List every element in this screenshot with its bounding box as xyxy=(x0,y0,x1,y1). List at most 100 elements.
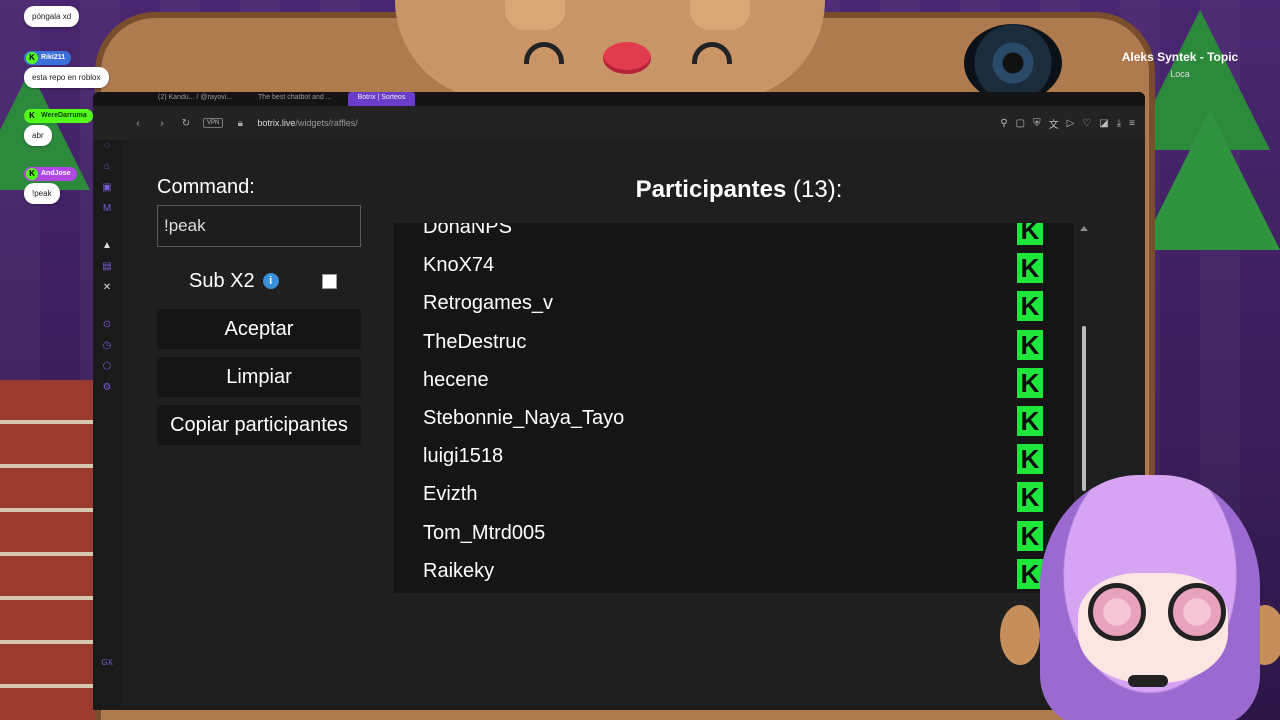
now-playing-widget: Aleks Syntek - Topic Loca xyxy=(960,20,1260,102)
info-icon[interactable]: i xyxy=(262,273,279,289)
raffle-widget-page: Command: Sub X2 i Aceptar Limpiar Copiar… xyxy=(133,140,1145,660)
heart-icon[interactable]: ♡ xyxy=(1082,118,1091,129)
forward-icon[interactable]: › xyxy=(155,118,169,129)
participants-title: Participantes xyxy=(635,176,787,203)
avatar-collar xyxy=(1128,675,1168,687)
clock-icon[interactable]: ◷ xyxy=(103,340,112,351)
participant-row: Evizth K xyxy=(394,479,1044,517)
chat-username-pill: K AndJose xyxy=(24,166,77,181)
brick-fireplace xyxy=(0,380,95,720)
tab-bar: (2) Kandu... / @rayovi... The best chatb… xyxy=(93,92,1145,106)
kick-icon: K xyxy=(26,51,38,64)
vpn-badge[interactable]: VPN xyxy=(203,118,224,128)
participant-name: Stebonnie_Naya_Tayo xyxy=(423,407,625,429)
participants-panel: Participantes (13): DonaNPS K KnoX74 K Retro… xyxy=(394,176,1088,593)
participant-row: hecene K xyxy=(394,365,1044,403)
participants-count: (13): xyxy=(793,176,843,203)
command-input[interactable] xyxy=(157,205,361,247)
gx-logo-icon[interactable]: GX xyxy=(101,658,113,667)
participant-name: hecene xyxy=(423,368,489,391)
participant-row: Stebonnie_Naya_Tayo K xyxy=(394,403,1044,441)
scroll-up-icon[interactable] xyxy=(1080,226,1088,231)
player-icon[interactable]: ⊙ xyxy=(103,319,111,330)
extension-icon[interactable]: ⬠ xyxy=(103,361,112,372)
chat-message-text: !peak xyxy=(24,183,60,204)
chat-message: K AndJose !peak xyxy=(24,163,77,204)
participant-row: KnoX74 K xyxy=(394,250,1044,288)
clear-button[interactable]: Limpiar xyxy=(157,357,361,397)
participant-name: DonaNPS xyxy=(423,223,512,238)
download-icon[interactable]: ⤓ xyxy=(1117,118,1121,129)
browser-tab-active[interactable]: Botrix | Sorteos xyxy=(347,92,416,106)
vtuber-avatar xyxy=(1000,455,1280,720)
menu-icon[interactable]: ≡ xyxy=(1129,118,1135,129)
chat-username: AndJose xyxy=(41,170,71,177)
command-label: Command: xyxy=(157,176,255,198)
pin-icon[interactable]: ⚲ xyxy=(1000,118,1007,129)
kick-platform-icon: K xyxy=(1017,253,1043,284)
browser-sidebar: ◌ ⌂ ▣ M ▲ ▤ ✕ ⊙ ◷ ⬠ ⚙ GX xyxy=(93,140,121,710)
browser-window: (2) Kandu... / @rayovi... The best chatb… xyxy=(93,92,1145,710)
participant-row: Retrogames_v K xyxy=(394,288,1044,326)
avatar-glasses-right xyxy=(1168,583,1226,641)
address-bar: ‹ › ↻ VPN 🔒︎ botrix.live/widgets/raffles… xyxy=(93,106,1145,140)
settings-icon[interactable]: ⚙ xyxy=(103,382,112,393)
kick-platform-icon: K xyxy=(1017,291,1043,322)
reindeer-antler-left xyxy=(505,0,565,30)
x-icon[interactable]: ✕ xyxy=(103,282,111,293)
chat-message-text: póngala xd xyxy=(24,6,80,27)
play-icon[interactable]: ▷ xyxy=(1067,118,1075,129)
kick-platform-icon: K xyxy=(1017,406,1043,436)
url-field[interactable]: botrix.live/widgets/raffles/ xyxy=(257,118,357,128)
participant-name: luigi1518 xyxy=(423,445,504,468)
twitch-icon[interactable]: ▤ xyxy=(102,261,111,272)
chat-username: Riki211 xyxy=(41,54,66,61)
raffle-controls: Command: Sub X2 i Aceptar Limpiar Copiar… xyxy=(157,176,361,445)
chat-username-pill: K Riki211 xyxy=(24,50,72,65)
chat-message: K Riki211 esta repo en roblox xyxy=(24,47,109,88)
translate-icon[interactable]: 文 xyxy=(1049,116,1059,131)
reindeer-nose xyxy=(603,42,651,74)
aria-icon[interactable]: ▲ xyxy=(102,240,112,251)
browser-tab[interactable]: The best chatbot and ... xyxy=(248,92,342,106)
accept-button[interactable]: Aceptar xyxy=(157,309,361,349)
participant-name: Retrogames_v xyxy=(423,292,554,315)
browser-tab[interactable]: (2) Kandu... / @rayovi... xyxy=(148,92,242,106)
history-icon[interactable]: ◌ xyxy=(104,140,110,151)
sub-multiplier-row: Sub X2 i xyxy=(157,261,361,301)
participant-row: TheDestruc K xyxy=(394,327,1044,365)
sub-multiplier-label: Sub X2 xyxy=(189,269,255,292)
mail-icon[interactable]: M xyxy=(103,203,111,214)
copy-participants-button[interactable]: Copiar participantes xyxy=(157,405,361,445)
chat-username-pill: K WereDarruma xyxy=(24,108,93,123)
participant-row: luigi1518 K xyxy=(394,441,1044,479)
participants-list[interactable]: DonaNPS K KnoX74 K Retrogames_v K TheDestruc Kh… xyxy=(394,223,1074,593)
participant-name: KnoX74 xyxy=(423,254,495,277)
reload-icon[interactable]: ↻ xyxy=(179,118,193,129)
url-path: /widgets/raffles/ xyxy=(295,118,358,128)
participant-name: Tom_Mtrd005 xyxy=(423,521,546,544)
avatar-ear-left xyxy=(1000,605,1040,665)
sub-multiplier-checkbox[interactable] xyxy=(322,273,337,289)
wallet-icon[interactable]: ◪ xyxy=(1099,118,1108,129)
song-subtitle: Loca xyxy=(1170,69,1190,79)
kick-icon: K xyxy=(26,167,38,180)
participant-name: TheDestruc xyxy=(423,330,527,353)
participant-row: Tom_Mtrd005 K xyxy=(394,518,1044,556)
participant-row: DonaNPS K xyxy=(394,223,1044,250)
song-title: Aleks Syntek - Topic xyxy=(1121,50,1239,64)
chat-icon[interactable]: ▣ xyxy=(102,182,111,193)
screenshot-icon[interactable]: ▢ xyxy=(1016,118,1025,129)
kick-icon: K xyxy=(26,109,38,122)
chat-message-text: esta repo en roblox xyxy=(24,67,109,88)
avatar-glasses-left xyxy=(1088,583,1146,641)
kick-platform-icon: K xyxy=(1017,367,1043,398)
chat-message: póngala xd xyxy=(24,0,80,27)
toolbar-icons: ⚲ ▢ ⛨ 文 ▷ ♡ ◪ ⤓ ≡ xyxy=(1000,106,1135,140)
url-host: botrix.live xyxy=(257,118,296,128)
shield-icon[interactable]: ⛨ xyxy=(1033,118,1041,129)
chat-message-text: abr xyxy=(24,125,52,146)
chat-message: K WereDarruma abr xyxy=(24,105,93,146)
cart-icon[interactable]: ⌂ xyxy=(104,161,110,172)
back-icon[interactable]: ‹ xyxy=(131,118,145,129)
